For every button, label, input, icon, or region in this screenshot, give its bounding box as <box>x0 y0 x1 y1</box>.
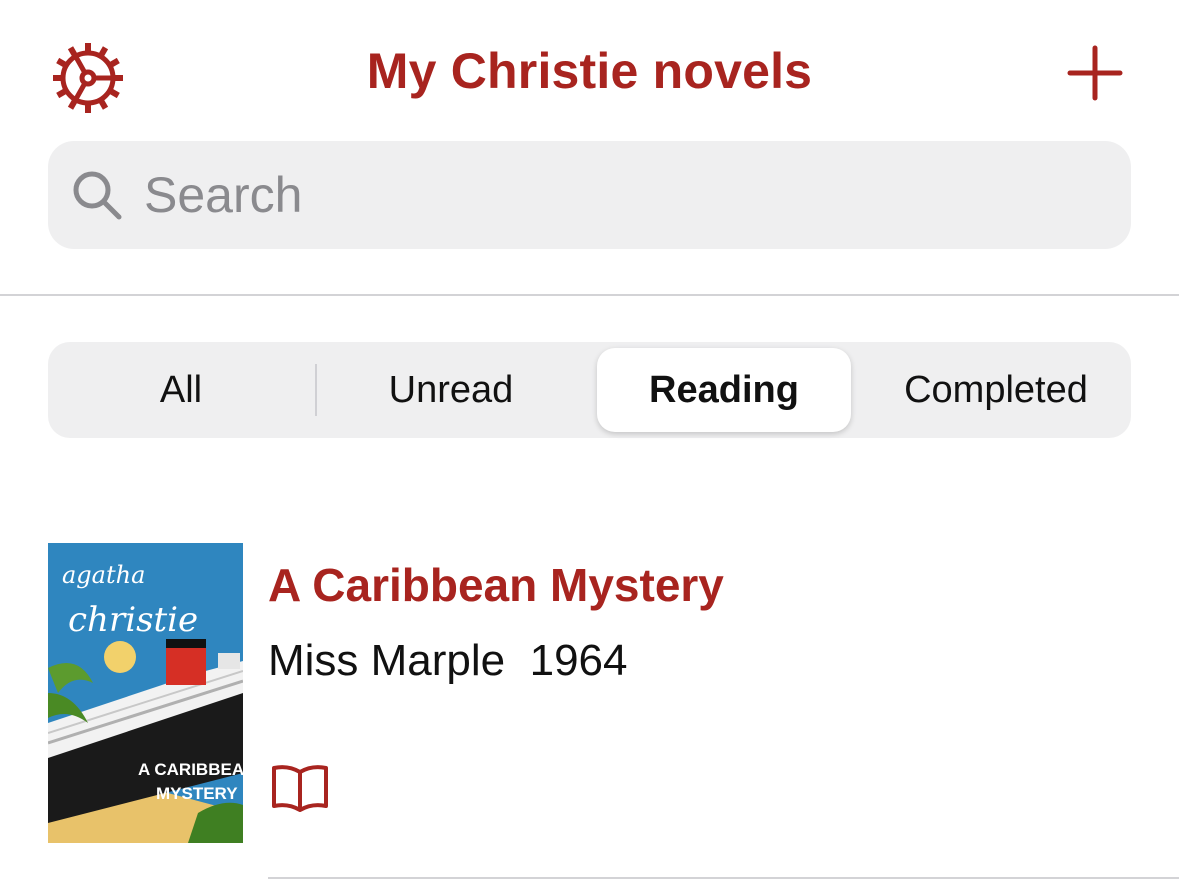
list-item[interactable]: agatha christie A CARIBBEAN MYSTERY A Ca… <box>0 520 1179 880</box>
segment-all[interactable]: All <box>54 348 308 432</box>
search-bar[interactable] <box>48 141 1131 249</box>
navigation-bar: My Christie novels <box>0 0 1179 140</box>
svg-text:christie: christie <box>68 600 198 640</box>
segment-completed[interactable]: Completed <box>869 348 1123 432</box>
svg-text:agatha: agatha <box>62 561 145 589</box>
status-filter-segmented-control: All Unread Reading Completed <box>48 342 1131 438</box>
book-cover-image: agatha christie A CARIBBEAN MYSTERY <box>48 543 243 843</box>
search-input[interactable] <box>142 165 1046 225</box>
svg-text:A CARIBBEAN: A CARIBBEAN <box>138 760 243 779</box>
segment-separator <box>315 364 317 416</box>
open-book-icon <box>270 762 330 814</box>
book-title: A Caribbean Mystery <box>268 559 724 611</box>
book-series-year: Miss Marple 1964 <box>268 636 628 685</box>
segment-unread[interactable]: Unread <box>324 348 578 432</box>
search-icon <box>73 171 122 220</box>
plus-icon[interactable] <box>1066 44 1124 102</box>
svg-text:MYSTERY: MYSTERY <box>156 784 238 803</box>
row-divider <box>268 877 1179 879</box>
segment-reading[interactable]: Reading <box>597 348 851 432</box>
header-divider <box>0 294 1179 296</box>
page-title: My Christie novels <box>366 43 813 99</box>
